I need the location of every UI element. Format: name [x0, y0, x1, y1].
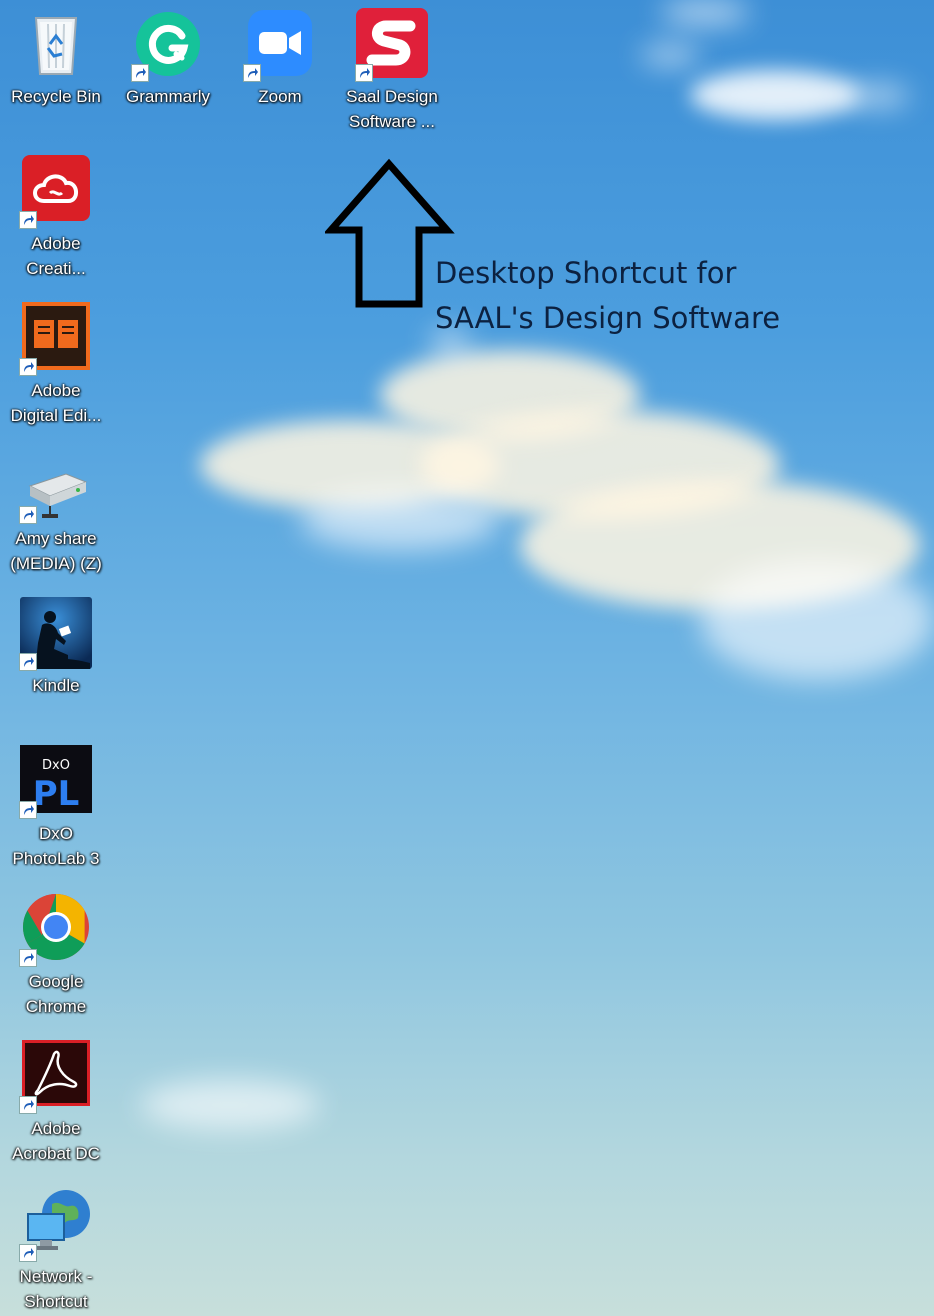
desktop-icon-label: Saal Design Software ...: [346, 87, 438, 131]
desktop-icon-label: Zoom: [258, 87, 302, 106]
annotation-text: Desktop Shortcut for SAAL's Design Softw…: [435, 256, 781, 335]
adobe-digital-editions-icon: [19, 302, 92, 376]
shortcut-arrow-icon: [243, 64, 261, 82]
shortcut-arrow-icon: [19, 801, 37, 819]
desktop-icon-zoom[interactable]: Zoom: [230, 8, 330, 109]
shortcut-arrow-icon: [19, 949, 37, 967]
desktop-icon-label: Network - Shortcut: [19, 1267, 93, 1311]
desktop-icon-label: Adobe Creati...: [26, 234, 86, 278]
svg-text:PL: PL: [33, 774, 80, 814]
shortcut-arrow-icon: [19, 211, 37, 229]
desktop-icon-label: Kindle: [32, 676, 80, 695]
desktop-icon-adobe-acrobat[interactable]: Adobe Acrobat DC: [6, 1040, 106, 1166]
shortcut-arrow-icon: [19, 506, 37, 524]
desktop-icon-label: Adobe Digital Edi...: [10, 381, 102, 425]
adobe-creative-cloud-icon: [19, 155, 92, 229]
recycle-bin-icon: [20, 8, 92, 80]
desktop-icon-grammarly[interactable]: Grammarly: [118, 8, 218, 109]
shortcut-arrow-icon: [19, 653, 37, 671]
desktop-icon-network-drive[interactable]: Amy share (MEDIA) (Z): [6, 450, 106, 576]
dxo-photolab-icon: DxO PL: [19, 745, 92, 819]
desktop-icon-label: DxO PhotoLab 3: [12, 824, 100, 868]
desktop-icon-label: Grammarly: [125, 87, 211, 106]
desktop-icon-recycle-bin[interactable]: Recycle Bin: [6, 8, 106, 109]
desktop-icon-saal-design[interactable]: Saal Design Software ...: [342, 8, 442, 134]
kindle-icon: [19, 597, 92, 671]
desktop-icon-google-chrome[interactable]: Google Chrome: [6, 893, 106, 1019]
desktop-icon-network-shortcut[interactable]: Network - Shortcut: [6, 1188, 106, 1314]
desktop-icon-label: Recycle Bin: [11, 87, 101, 106]
desktop-icon-label: Google Chrome: [25, 972, 87, 1016]
desktop-icon-adobe-creative-cloud[interactable]: Adobe Creati...: [6, 155, 106, 281]
zoom-icon: [243, 8, 316, 82]
adobe-acrobat-icon: [19, 1040, 92, 1114]
shortcut-arrow-icon: [355, 64, 373, 82]
shortcut-arrow-icon: [131, 64, 149, 82]
desktop-icon-kindle[interactable]: Kindle: [6, 597, 106, 698]
desktop-icon-label: Adobe Acrobat DC: [12, 1119, 100, 1163]
shortcut-arrow-icon: [19, 1096, 37, 1114]
google-chrome-icon: [19, 893, 92, 967]
grammarly-icon: [131, 8, 204, 82]
shortcut-arrow-icon: [19, 358, 37, 376]
saal-design-icon: [355, 8, 428, 82]
desktop-icon-label: Amy share (MEDIA) (Z): [10, 529, 102, 573]
shortcut-arrow-icon: [19, 1244, 37, 1262]
network-drive-icon: [19, 450, 92, 524]
desktop-icon-dxo-photolab[interactable]: DxO PL DxO PhotoLab 3: [6, 745, 106, 871]
desktop-icon-adobe-digital-editions[interactable]: Adobe Digital Edi...: [6, 302, 106, 428]
svg-text:DxO: DxO: [42, 758, 70, 773]
network-icon: [19, 1188, 92, 1262]
desktop[interactable]: { "desktop": { "icons": [ {"label": "Rec…: [0, 0, 934, 1316]
